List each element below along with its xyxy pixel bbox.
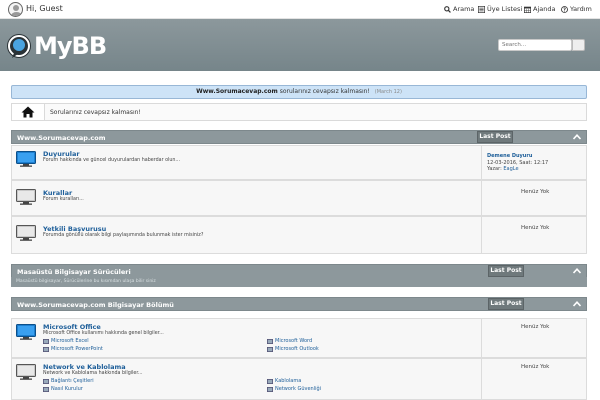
forum-row: Duyurular Forum hakkında ve güncel duyur…: [11, 145, 587, 180]
subforum-label: Bağlantı Çeşitleri: [51, 378, 94, 384]
category-title[interactable]: Www.Sorumacevap.com Bilgisayar Bölümü: [17, 301, 174, 309]
help-link-label: Yardım: [570, 5, 592, 13]
member-list-icon: [478, 5, 485, 13]
last-post-status: Henüz Yok: [521, 189, 550, 195]
announcement-bar: Www.Sorumacevap.com sorularınız cevapsız…: [11, 85, 587, 99]
search-submit-button[interactable]: [572, 39, 585, 51]
member-list-link-label: Üye Listesi: [487, 5, 523, 13]
forum-row: Network ve Kablolama Network ve Kablolam…: [11, 358, 587, 400]
home-icon: [21, 106, 35, 118]
subforum-label: Nasıl Kurulur: [51, 386, 83, 392]
calendar-link[interactable]: Ajanda: [524, 5, 555, 13]
collapse-icon[interactable]: [573, 301, 581, 307]
subforum-icon: [43, 338, 49, 344]
subforum-link[interactable]: Network Güvenliği: [267, 386, 321, 392]
forum-title[interactable]: Kurallar: [43, 189, 72, 197]
forum-description: Forum kuralları...: [43, 197, 84, 202]
category-header: Www.Sorumacevap.com Last Post: [11, 130, 587, 144]
subforum-link[interactable]: Microsoft Excel: [43, 338, 89, 344]
subforum-label: Microsoft Word: [275, 338, 313, 344]
subforum-link[interactable]: Microsoft PowerPoint: [43, 346, 103, 352]
forum-title[interactable]: Duyurular: [43, 150, 80, 158]
category-title[interactable]: Masaüstü Bilgisayar Sürücüleri: [17, 268, 131, 276]
guest-avatar-icon[interactable]: [8, 2, 23, 17]
home-button[interactable]: [12, 104, 45, 120]
calendar-icon: [524, 6, 531, 13]
announcement-text: sorularınız cevapsız kalmasın!: [279, 88, 370, 95]
logo-text: MyBB: [34, 32, 107, 60]
subforum-label: Microsoft Outlook: [275, 346, 319, 352]
forum-new-posts-icon: [16, 324, 36, 340]
announcement-site[interactable]: Www.Sorumacevap.com: [196, 88, 278, 95]
forum-description: Forumda gönüllü olarak bilgi paylaşımınd…: [43, 233, 204, 238]
subforum-icon: [43, 378, 49, 384]
subforum-link[interactable]: Kablolama: [267, 378, 301, 384]
subforum-link[interactable]: Nasıl Kurulur: [43, 386, 83, 392]
help-icon: ?: [561, 5, 568, 13]
subforum-label: Kablolama: [275, 378, 302, 384]
member-list-link[interactable]: Üye Listesi: [478, 5, 522, 13]
last-post-status: Henüz Yok: [521, 324, 550, 330]
category-header: Www.Sorumacevap.com Bilgisayar Bölümü La…: [11, 297, 587, 311]
forum-row: Microsoft Office Microsoft Office kullan…: [11, 318, 587, 358]
category-title[interactable]: Www.Sorumacevap.com: [17, 134, 105, 142]
search-input[interactable]: [498, 39, 572, 51]
forum-row: Kurallar Forum kuralları... Henüz Yok: [11, 180, 587, 216]
subforum-icon: [43, 386, 49, 392]
top-bar: Hi, Guest Arama Üye Listesi Ajanda ? Yar…: [0, 0, 600, 19]
search-link-label: Arama: [453, 5, 475, 13]
subforum-icon: [267, 386, 273, 392]
last-post-author[interactable]: EagLe: [503, 166, 518, 172]
last-post-by-label: Yazar:: [487, 166, 502, 172]
site-logo[interactable]: MyBB: [6, 32, 107, 60]
last-post-status: Henüz Yok: [521, 225, 550, 231]
subforum-icon: [267, 378, 273, 384]
subforum-icon: [267, 338, 273, 344]
subforum-link[interactable]: Bağlantı Çeşitleri: [43, 378, 94, 384]
subforum-icon: [43, 346, 49, 352]
category-header: Masaüstü Bilgisayar Sürücüleri Last Post: [11, 264, 587, 278]
forum-no-new-posts-icon: [16, 189, 36, 205]
category-description: Masaüstü bilgisayar, Sürücülerine bu kıs…: [11, 277, 587, 287]
forum-description: Network ve Kablolama hakkında bilgiler..…: [43, 371, 143, 376]
search-icon: [444, 5, 451, 13]
breadcrumb-current: Sorularınız cevapsız kalmasın!: [50, 109, 141, 116]
subforum-label: Microsoft PowerPoint: [51, 346, 103, 352]
last-post-header[interactable]: Last Post: [477, 131, 513, 143]
forum-description: Forum hakkında ve güncel duyurulardan ha…: [43, 158, 180, 163]
subforum-label: Microsoft Excel: [51, 338, 89, 344]
last-post-header[interactable]: Last Post: [488, 298, 524, 310]
help-link[interactable]: ? Yardım: [561, 5, 592, 13]
announcement-date: (March 12): [374, 89, 402, 95]
search-link[interactable]: Arama: [444, 5, 474, 13]
forum-description: Microsoft Office kullanımı hakkında gene…: [43, 331, 164, 336]
forum-title[interactable]: Network ve Kablolama: [43, 363, 126, 371]
forum-row: Yetkili Başvurusu Forumda gönüllü olarak…: [11, 216, 587, 254]
last-post-status: Henüz Yok: [521, 364, 550, 370]
last-post-info: Demene Duyuru 12-03-2016, Saat: 12:17 Ya…: [487, 153, 548, 173]
forum-title[interactable]: Microsoft Office: [43, 323, 101, 331]
forum-title[interactable]: Yetkili Başvurusu: [43, 225, 106, 233]
collapse-icon[interactable]: [573, 134, 581, 140]
last-post-header[interactable]: Last Post: [488, 265, 524, 277]
collapse-icon[interactable]: [573, 268, 581, 274]
subforum-link[interactable]: Microsoft Word: [267, 338, 312, 344]
forum-new-posts-icon: [16, 151, 36, 167]
mybb-logo-icon: [7, 34, 31, 58]
greeting-text: Hi, Guest: [26, 4, 63, 13]
svg-text:?: ?: [563, 7, 566, 13]
subforum-link[interactable]: Microsoft Outlook: [267, 346, 319, 352]
subforum-icon: [267, 346, 273, 352]
subforum-label: Network Güvenliği: [275, 386, 322, 392]
forum-no-new-posts-icon: [16, 364, 36, 380]
forum-no-new-posts-icon: [16, 225, 36, 241]
breadcrumb: Sorularınız cevapsız kalmasın!: [11, 103, 587, 121]
calendar-link-label: Ajanda: [533, 5, 556, 13]
